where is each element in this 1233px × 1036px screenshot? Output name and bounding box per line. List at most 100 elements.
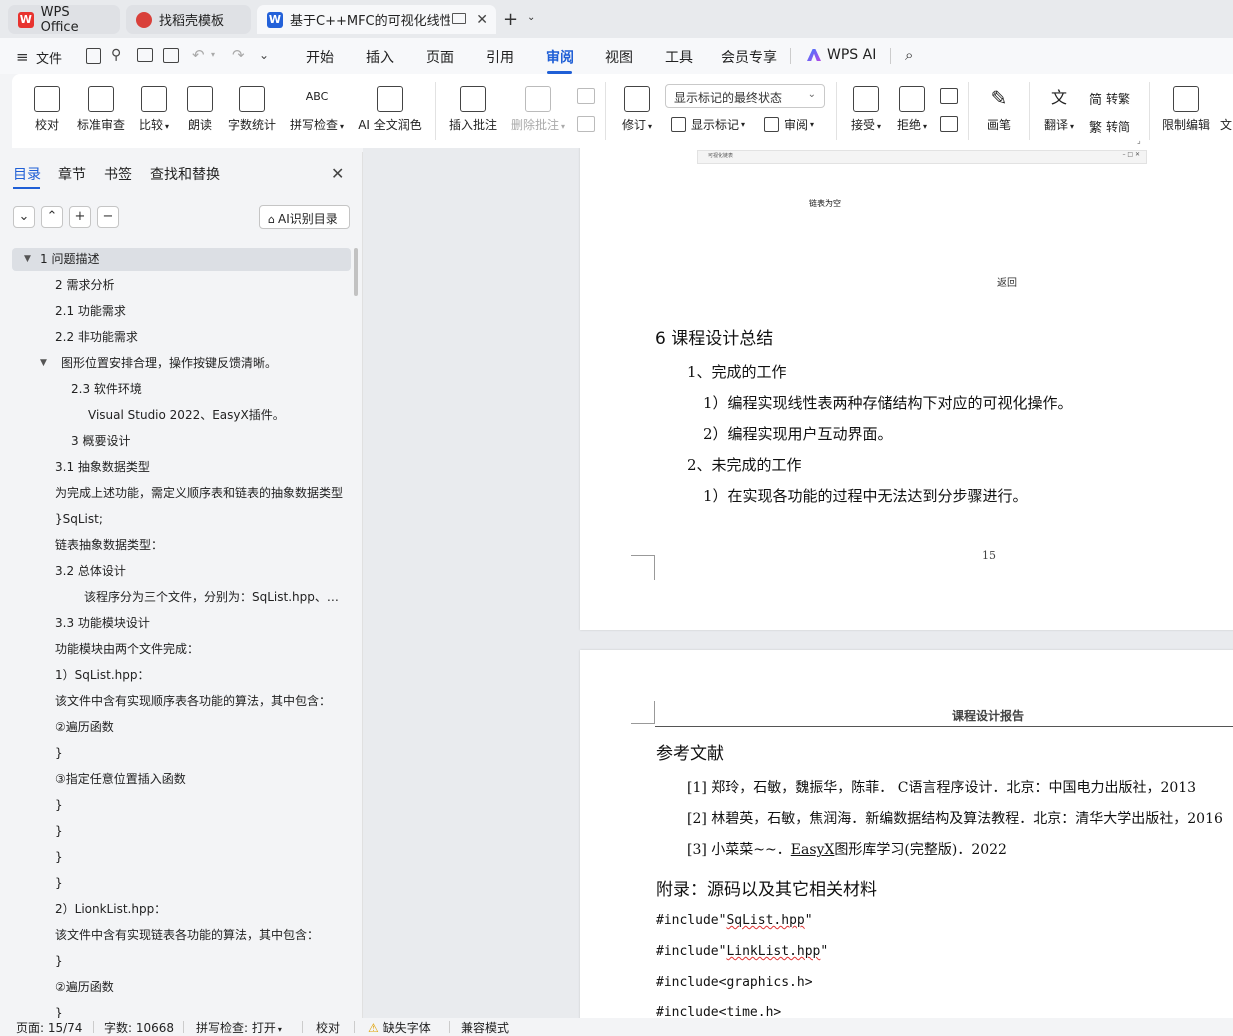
remove-icon[interactable]: − xyxy=(97,206,119,228)
compare-button[interactable]: 比较 ▾ xyxy=(134,86,174,133)
tab-document[interactable]: W 基于C++MFC的可视化线性表 ✕ xyxy=(257,5,496,34)
share-icon[interactable]: ⚲ xyxy=(111,47,121,63)
ribbon-expand-icon[interactable]: ⌟ xyxy=(1137,136,1141,145)
toc-item[interactable]: 1 问题描述 xyxy=(40,248,345,270)
menu-references[interactable]: 引用 xyxy=(486,47,514,67)
word-count-button[interactable]: 字数统计 xyxy=(226,86,278,133)
tab-bookmarks[interactable]: 书签 xyxy=(104,164,132,184)
tab-find-replace[interactable]: 查找和替换 xyxy=(150,164,220,184)
chevron-down-icon[interactable]: ⌄ xyxy=(527,12,535,23)
menu-file[interactable]: 文件 xyxy=(36,48,62,67)
expand-icon[interactable]: ⌃ xyxy=(41,206,63,228)
collapse-triangle-icon[interactable]: ▼ xyxy=(24,254,31,264)
toc-item[interactable]: 2.2 非功能需求 xyxy=(55,326,345,348)
ai-polish-button[interactable]: AI 全文润色 xyxy=(356,86,424,133)
close-icon[interactable]: ✕ xyxy=(476,12,488,28)
tab-wps-office[interactable]: W WPS Office xyxy=(8,5,120,35)
proofread-button[interactable]: 校对 xyxy=(30,86,64,133)
translate-button[interactable]: 文 翻译 ▾ xyxy=(1040,86,1078,133)
toc-item[interactable]: } xyxy=(55,820,345,842)
toc-item[interactable]: 功能模块由两个文件完成： xyxy=(55,638,345,660)
tab-template[interactable]: 找稻壳模板 xyxy=(126,5,251,34)
spell-check-toggle[interactable]: 拼写检查: 打开 ▾ xyxy=(196,1019,282,1036)
search-icon[interactable]: ⌕ xyxy=(905,46,913,64)
menu-tools[interactable]: 工具 xyxy=(665,47,693,67)
collapse-icon[interactable]: ⌄ xyxy=(13,206,35,228)
spell-check-button[interactable]: ABC 拼写检查 ▾ xyxy=(287,86,347,133)
toc-item[interactable]: 图形位置安排合理，操作按键反馈清晰。 xyxy=(61,352,345,374)
menu-view[interactable]: 视图 xyxy=(605,47,633,67)
accept-button[interactable]: 接受 ▾ xyxy=(847,86,885,133)
toc-item[interactable]: 该文件中含有实现顺序表各功能的算法，其中包含： xyxy=(55,690,345,712)
close-icon[interactable]: ✕ xyxy=(331,164,344,183)
menu-home[interactable]: 开始 xyxy=(306,47,334,67)
menu-wps-ai[interactable]: WPS AI xyxy=(827,47,876,63)
more-chevron-icon[interactable]: ⌄ xyxy=(259,48,269,62)
reject-button[interactable]: 拒绝 ▾ xyxy=(893,86,931,133)
tab-toc[interactable]: 目录 xyxy=(13,164,41,184)
markup-mode-select[interactable]: 显示标记的最终状态 ⌄ xyxy=(665,84,825,108)
print-preview-icon[interactable] xyxy=(163,48,179,63)
undo-icon[interactable]: ↶ xyxy=(192,46,205,64)
delete-comment-button[interactable]: 删除批注 ▾ xyxy=(507,86,569,133)
undo-chevron-icon[interactable]: ▾ xyxy=(211,50,215,59)
toc-item[interactable]: ③指定任意位置插入函数 xyxy=(55,768,345,790)
toc-item[interactable]: } xyxy=(55,742,345,764)
toc-item[interactable]: 1）SqList.hpp： xyxy=(55,664,345,686)
proofread-indicator[interactable]: 校对 xyxy=(316,1019,340,1036)
toc-item[interactable]: Visual Studio 2022、EasyX插件。 xyxy=(88,404,345,426)
toc-item[interactable]: 3 概要设计 xyxy=(71,430,345,452)
toc-item[interactable]: } xyxy=(55,872,345,894)
toc-item[interactable]: ②遍历函数 xyxy=(55,976,345,998)
scrollbar-thumb[interactable] xyxy=(354,248,358,296)
toc-item[interactable]: 3.1 抽象数据类型 xyxy=(55,456,345,478)
next-comment-icon[interactable] xyxy=(577,116,595,132)
missing-font-indicator[interactable]: ⚠ 缺失字体 xyxy=(368,1019,431,1036)
tab-chapters[interactable]: 章节 xyxy=(58,164,86,184)
save-icon[interactable] xyxy=(86,48,101,64)
add-icon[interactable]: + xyxy=(69,206,91,228)
track-changes-button[interactable]: 修订 ▾ xyxy=(617,86,657,133)
print-icon[interactable] xyxy=(137,48,153,62)
toc-item[interactable]: 2 需求分析 xyxy=(55,274,345,296)
hamburger-icon[interactable]: ≡ xyxy=(16,48,29,66)
restrict-edit-button[interactable]: 限制编辑 xyxy=(1160,86,1212,133)
toc-item[interactable]: 该程序分为三个文件，分别为：SqList.hpp、LinkList.hpp xyxy=(84,586,345,608)
toc-item[interactable]: 3.3 功能模块设计 xyxy=(55,612,345,634)
standard-review-button[interactable]: 标准审查 xyxy=(74,86,128,133)
document-more-button[interactable]: 文 xyxy=(1219,86,1233,133)
toc-item[interactable]: 3.2 总体设计 xyxy=(55,560,345,582)
page-indicator[interactable]: 页面: 15/74 xyxy=(16,1019,82,1036)
new-tab-icon[interactable]: + xyxy=(503,9,518,30)
show-markup-button[interactable]: 显示标记 ▾ xyxy=(671,116,745,133)
ai-recognize-toc-button[interactable]: ⌂ AI识别目录 xyxy=(259,205,350,229)
word-count-indicator[interactable]: 字数: 10668 xyxy=(104,1019,174,1036)
toc-item[interactable]: 为完成上述功能，需定义顺序表和链表的抽象数据类型 xyxy=(55,482,345,504)
toc-item[interactable]: } xyxy=(55,794,345,816)
toc-item[interactable]: 2.3 软件环境 xyxy=(71,378,345,400)
menu-member[interactable]: 会员专享 xyxy=(721,47,777,67)
insert-comment-button[interactable]: 插入批注 xyxy=(447,86,499,133)
previous-change-icon[interactable] xyxy=(940,88,958,104)
read-aloud-button[interactable]: 朗读 xyxy=(185,86,215,133)
toc-item[interactable]: }SqList; xyxy=(55,508,345,530)
toc-item[interactable]: 链表抽象数据类型： xyxy=(55,534,345,556)
toc-item[interactable]: } xyxy=(55,846,345,868)
pen-button[interactable]: ✎ 画笔 xyxy=(984,86,1014,133)
toc-item[interactable]: 2）LionkList.hpp： xyxy=(55,898,345,920)
toc-item[interactable]: 2.1 功能需求 xyxy=(55,300,345,322)
menu-insert[interactable]: 插入 xyxy=(366,47,394,67)
previous-comment-icon[interactable] xyxy=(577,88,595,104)
collapse-triangle-icon[interactable]: ▼ xyxy=(40,358,47,368)
to-traditional-button[interactable]: 简 转繁 xyxy=(1089,89,1130,108)
next-change-icon[interactable] xyxy=(940,116,958,132)
to-simplified-button[interactable]: 繁 转简 xyxy=(1089,117,1130,136)
toc-item[interactable]: 该文件中含有实现链表各功能的算法，其中包含： xyxy=(55,924,345,946)
redo-icon[interactable]: ↷ xyxy=(232,46,245,64)
toc-item[interactable]: } xyxy=(55,950,345,972)
monitor-icon[interactable] xyxy=(452,13,466,24)
menu-review[interactable]: 审阅 xyxy=(546,47,574,67)
toc-item[interactable]: ②遍历函数 xyxy=(55,716,345,738)
menu-page[interactable]: 页面 xyxy=(426,47,454,67)
hyperlink[interactable]: EasyX xyxy=(791,842,835,858)
